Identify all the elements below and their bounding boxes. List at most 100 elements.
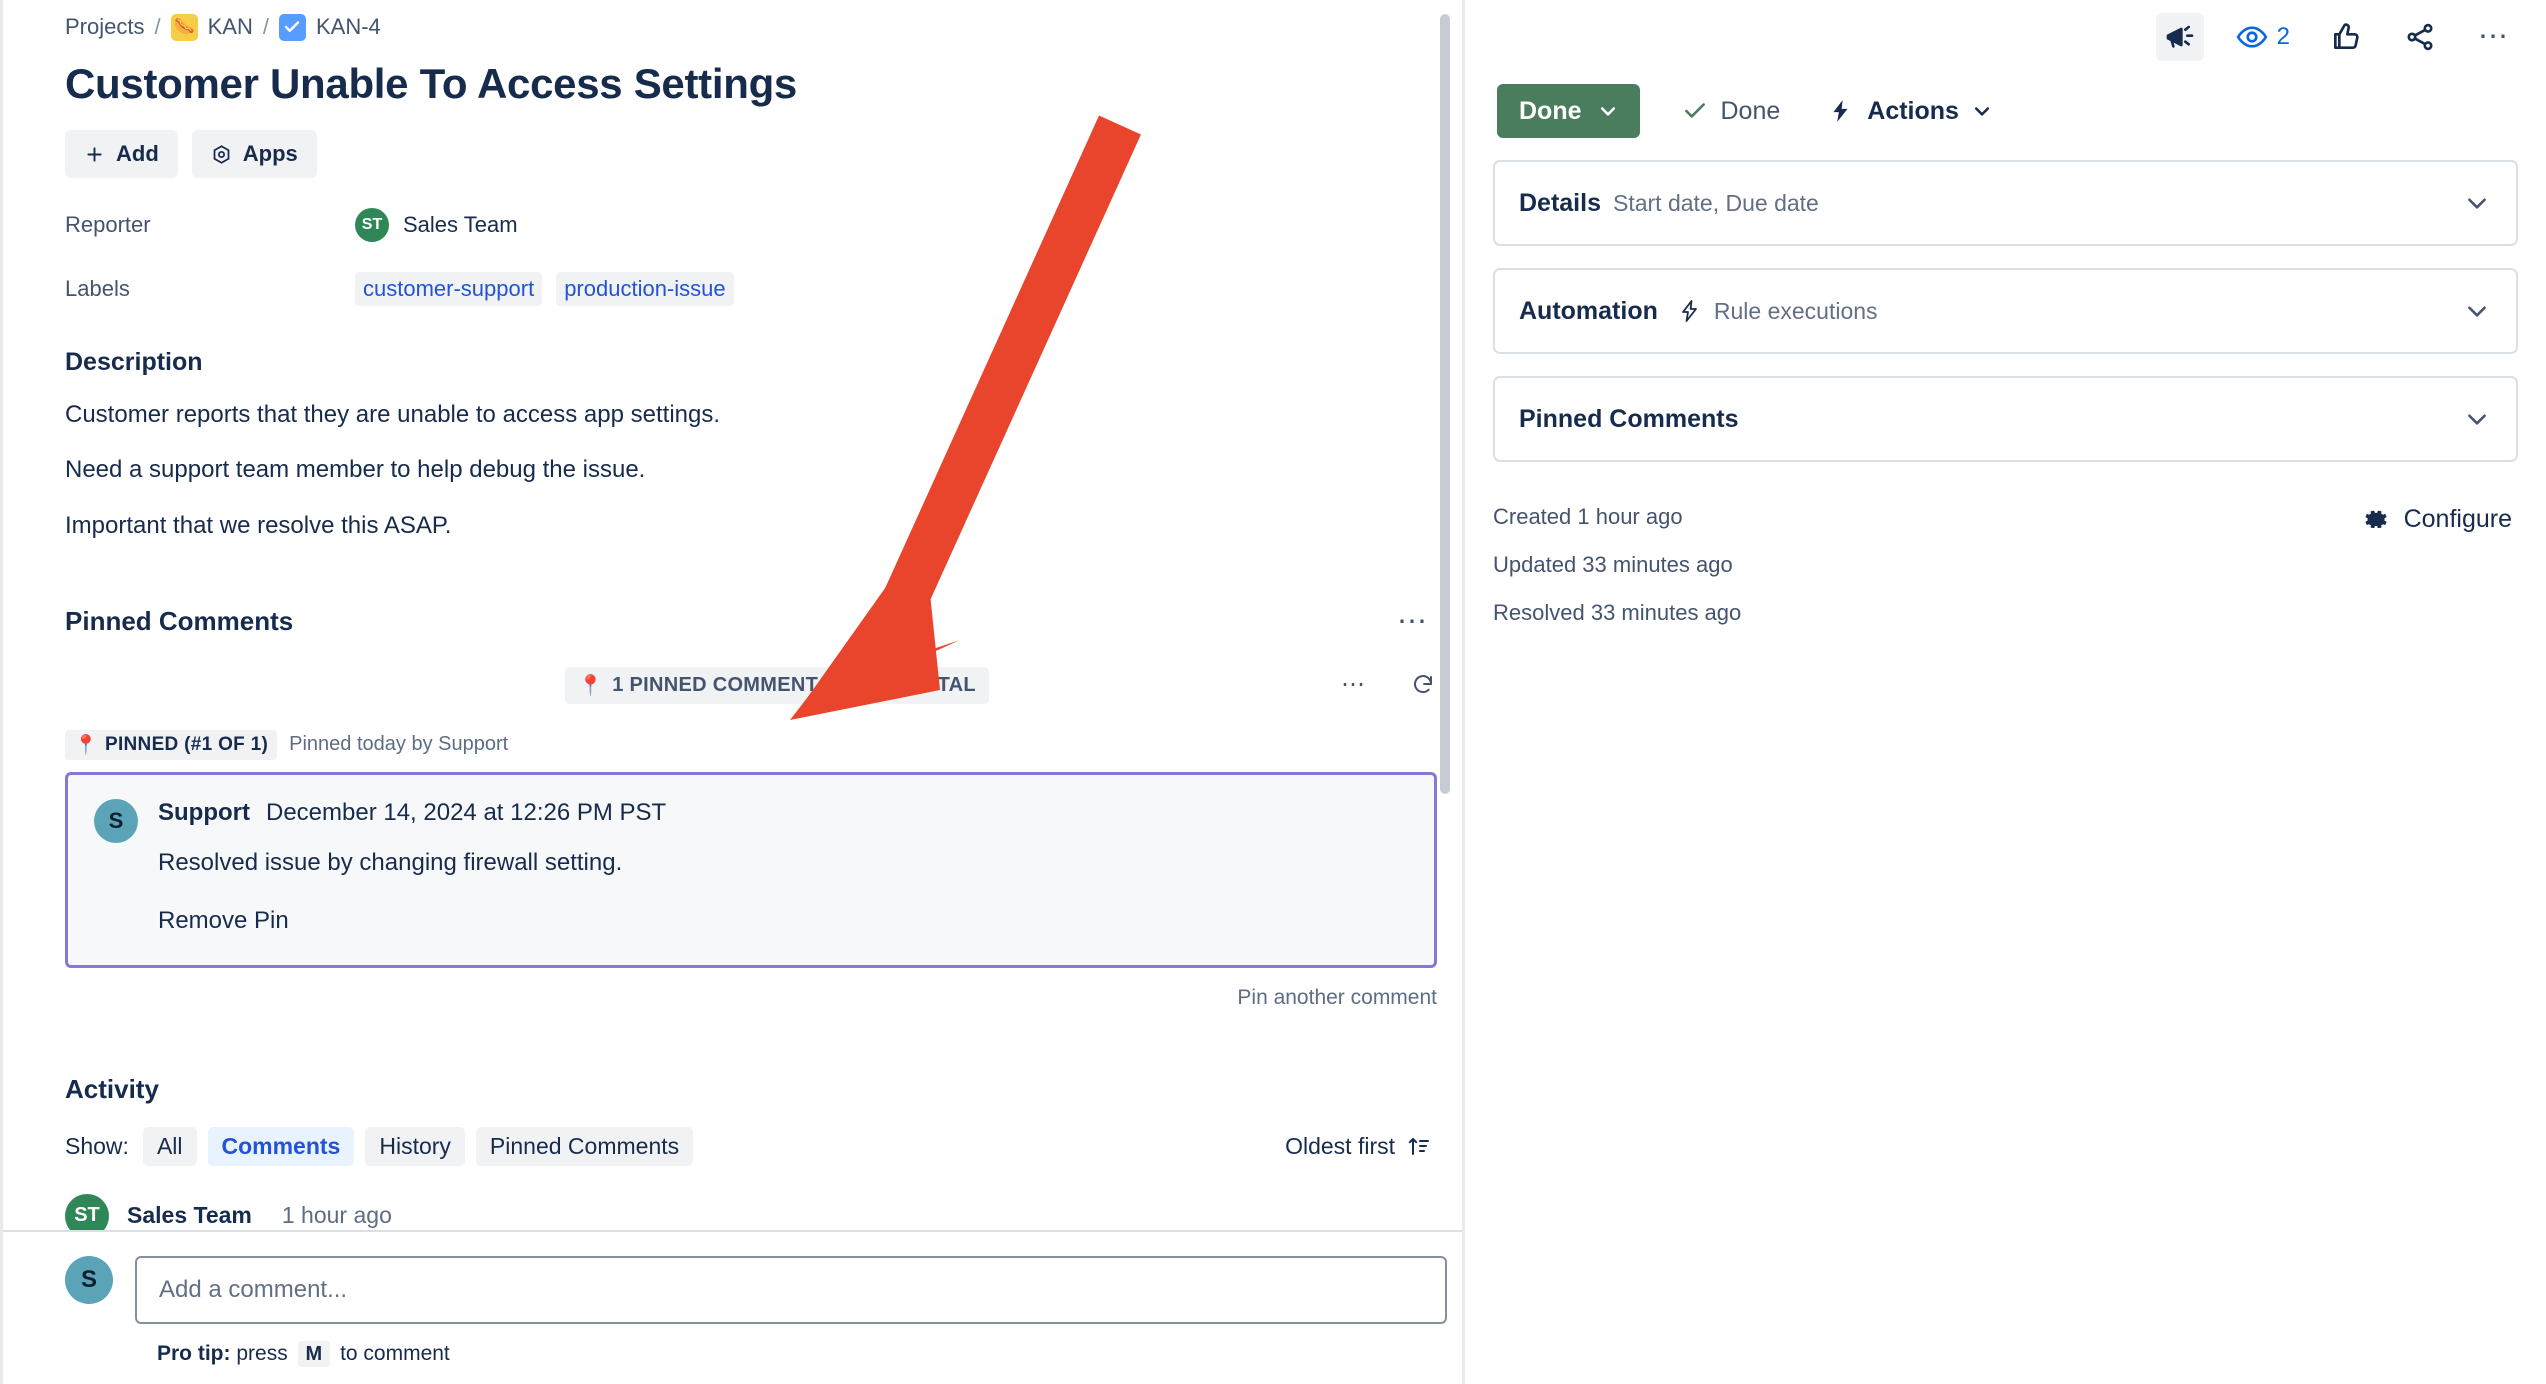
activity-entry-author[interactable]: Sales Team (127, 1202, 252, 1229)
activity-sort-order-button[interactable]: Oldest first (1279, 1132, 1437, 1161)
total-count-label: 4 TOTAL (892, 673, 976, 696)
breadcrumb-separator-2: / (262, 14, 269, 39)
label-chip[interactable]: customer-support (355, 272, 543, 307)
chevron-down-icon (1974, 107, 1990, 116)
breadcrumb-project-key[interactable]: KAN (208, 14, 253, 40)
chevron-down-icon[interactable] (2464, 406, 2490, 432)
automation-panel-subtitle: Rule executions (1713, 297, 1878, 324)
chevron-down-icon[interactable] (2464, 298, 2490, 324)
sort-ascending-icon (1408, 1138, 1429, 1156)
pinned-comments-section: Pinned Comments ⋯ 📍 1 PINNED COMMENT 💬 4… (65, 603, 1462, 1010)
sidebar-more-options-icon[interactable]: ⋯ (2470, 18, 2518, 56)
status-badge: 💬 4 TOTAL (845, 666, 989, 704)
issue-metadata: Created 1 hour ago Updated 33 minutes ag… (1493, 504, 2518, 648)
workflow-done-indicator[interactable]: Done (1676, 96, 1787, 127)
pin-icon: 📍 (74, 734, 98, 756)
resolved-timestamp: Resolved 33 minutes ago (1493, 600, 1742, 625)
pinned-badge-label: PINNED (#1 OF 1) (104, 733, 269, 755)
avatar[interactable]: S (65, 1256, 113, 1304)
updated-timestamp: Updated 33 minutes ago (1493, 552, 1733, 577)
remove-pin-button[interactable]: Remove Pin (158, 907, 289, 935)
check-icon (1684, 103, 1705, 118)
activity-show-label: Show: (65, 1132, 129, 1159)
automation-panel-title: Automation (1519, 296, 1658, 325)
details-panel[interactable]: Details Start date, Due date (1493, 160, 2518, 246)
breadcrumb-projects[interactable]: Projects (65, 14, 144, 40)
activity-filter-all[interactable]: All (142, 1126, 197, 1166)
description-heading: Description (65, 348, 203, 377)
reporter-field: Reporter ST Sales Team (65, 208, 1462, 243)
chevron-down-icon (1600, 107, 1615, 116)
activity-filter-history[interactable]: History (365, 1126, 465, 1166)
eye-icon (2236, 26, 2268, 48)
task-check-icon (278, 13, 306, 41)
issue-detail-page: Projects / 🌭 KAN / KAN-4 Customer Unable… (0, 0, 2546, 1384)
workflow-done-label: Done (1720, 96, 1781, 125)
pro-tip-suffix: to comment (340, 1342, 450, 1365)
thumbs-up-icon[interactable] (2322, 13, 2370, 61)
status-dropdown-button[interactable]: Done (1497, 84, 1640, 138)
pinned-comments-panel-title: Pinned Comments (1519, 404, 1739, 433)
pro-tip-text: Pro tip: press M to comment (157, 1341, 1462, 1367)
description-paragraph: Customer reports that they are unable to… (65, 401, 721, 429)
reporter-name[interactable]: Sales Team (403, 212, 518, 238)
pinned-comments-heading: Pinned Comments (65, 606, 294, 637)
automation-panel[interactable]: Automation Rule executions (1493, 268, 2518, 354)
lightning-bolt-icon (1681, 300, 1697, 322)
avatar[interactable]: S (94, 798, 138, 843)
breadcrumb-issue-key[interactable]: KAN-4 (316, 14, 381, 40)
pinned-comment-meta: 📍 PINNED (#1 OF 1) Pinned today by Suppo… (65, 729, 1462, 760)
avatar[interactable]: ST (355, 208, 389, 243)
apps-icon (213, 145, 230, 164)
activity-entry-time: 1 hour ago (281, 1202, 392, 1229)
details-panel-title: Details (1519, 188, 1601, 217)
label-chip[interactable]: production-issue (556, 272, 734, 307)
watch-button[interactable]: 2 (2230, 20, 2296, 54)
comment-composer: S Pro tip: press M to comment (3, 1230, 1462, 1384)
activity-heading: Activity (65, 1073, 159, 1104)
lightning-bolt-icon (1833, 100, 1848, 122)
activity-filter-comments[interactable]: Comments (207, 1126, 355, 1166)
comment-bubble-icon: 💬 (858, 674, 884, 697)
pinned-section-more-icon[interactable]: ⋯ (1389, 603, 1437, 641)
description-paragraph: Need a support team member to help debug… (65, 456, 646, 484)
add-comment-input[interactable] (135, 1256, 1447, 1324)
details-panel-subtitle: Start date, Due date (1612, 189, 1819, 216)
labels-label: Labels (65, 276, 130, 302)
status-badge: 📍 1 PINNED COMMENT (565, 666, 832, 704)
created-timestamp: Created 1 hour ago (1493, 504, 1683, 529)
pinned-stats-row: 📍 1 PINNED COMMENT 💬 4 TOTAL ⋯ (65, 666, 1437, 704)
actions-label: Actions (1867, 96, 1959, 125)
breadcrumb: Projects / 🌭 KAN / KAN-4 (65, 0, 1462, 41)
pinned-badge: 📍 PINNED (#1 OF 1) (65, 729, 278, 760)
issue-toolbar: Add Apps (65, 130, 1462, 179)
pinned-list-more-icon[interactable]: ⋯ (1333, 669, 1375, 701)
activity-sort-label: Oldest first (1285, 1132, 1395, 1159)
actions-dropdown-button[interactable]: Actions (1822, 96, 1998, 127)
configure-button[interactable]: Configure (2358, 504, 2518, 535)
apps-button-label: Apps (242, 141, 298, 167)
add-button-label: Add (116, 141, 159, 167)
description-paragraph: Important that we resolve this ASAP. (65, 511, 452, 539)
megaphone-icon[interactable] (2155, 13, 2204, 61)
chevron-down-icon[interactable] (2464, 190, 2490, 216)
activity-filter-pinned-comments[interactable]: Pinned Comments (475, 1126, 694, 1166)
pinned-comments-panel[interactable]: Pinned Comments (1493, 376, 2518, 462)
apps-button[interactable]: Apps (191, 130, 317, 179)
pin-another-comment-link[interactable]: Pin another comment (65, 986, 1437, 1010)
comment-body: Resolved issue by changing firewall sett… (158, 848, 623, 876)
activity-section: Activity Show: All Comments History Pinn… (65, 1074, 1462, 1238)
hotdog-icon: 🌭 (170, 13, 198, 41)
labels-field: Labels customer-support production-issue (65, 272, 1462, 307)
pro-tip-prefix: Pro tip: (157, 1342, 231, 1365)
refresh-icon[interactable] (1409, 671, 1437, 699)
gear-icon (2365, 510, 2387, 528)
reporter-label: Reporter (65, 212, 151, 238)
add-button[interactable]: Add (65, 130, 178, 179)
share-icon[interactable] (2396, 13, 2444, 61)
pinned-by-label: Pinned today by Support (289, 733, 509, 756)
pro-tip-key: M (297, 1341, 331, 1367)
comment-author[interactable]: Support (158, 799, 250, 827)
breadcrumb-separator: / (154, 14, 161, 39)
issue-main-column: Projects / 🌭 KAN / KAN-4 Customer Unable… (0, 0, 1462, 1384)
